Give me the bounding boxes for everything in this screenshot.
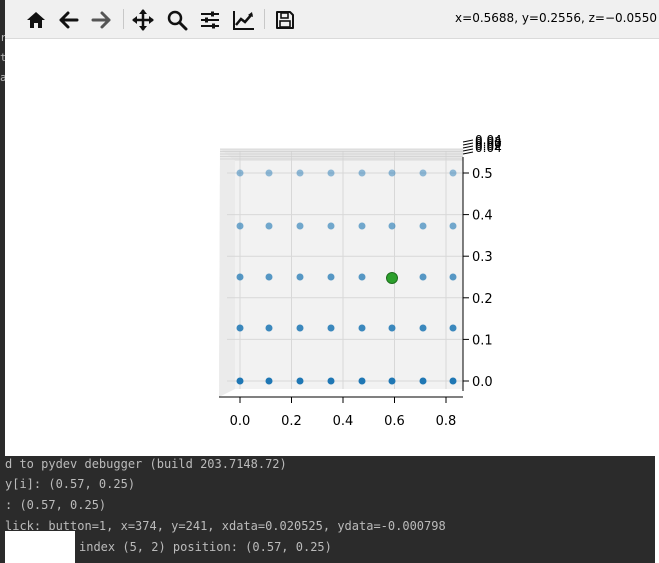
scatter-point [265,222,273,230]
scatter-point [449,169,457,177]
y-tick-label: 0.0 [472,375,493,390]
home-button[interactable] [22,6,50,34]
y-tick-label: 0.3 [472,250,493,265]
edit-axis-icon [233,11,254,30]
x-tick-label: 0.4 [333,414,354,429]
y-tick-label: 0.4 [472,209,493,224]
scatter-point [358,222,366,230]
scatter-point [449,222,457,230]
home-icon [27,12,45,28]
back-arrow-icon [59,11,79,29]
scatter-point [265,324,273,332]
scatter-point [236,169,244,177]
side-pane [219,149,235,397]
scatter-point [327,324,335,332]
forward-button[interactable] [87,6,115,34]
back-pane [219,149,463,397]
console-line: : (0.57, 0.25) [5,498,107,512]
edit-axis-button[interactable] [230,6,258,34]
zoom-button[interactable] [163,6,191,34]
z-tick-label: 0.04 [475,141,502,155]
3d-scatter-plot[interactable]: 0.0 0.2 0.4 0.6 0.80.00.10.20.30.40.50.040.0… [5,39,659,434]
scatter-point [449,377,457,385]
figure-canvas[interactable]: 0.0 0.2 0.4 0.6 0.8 0.0 0.1 0.2 0.3 0.4 0.5 0.04 0.0… [5,39,659,434]
scatter-point [358,377,366,385]
scatter-point [327,222,335,230]
scatter-point [236,324,244,332]
scatter-point [265,169,273,177]
scatter-point [419,169,427,177]
scatter-point [296,222,304,230]
z-tick-mark [462,151,474,155]
scatter-point [236,377,244,385]
scatter-point [358,324,366,332]
scatter-point [449,324,457,332]
save-button[interactable] [271,6,299,34]
x-tick-label: 0.0 [230,414,251,429]
configure-subplots-button[interactable] [196,6,224,34]
window-gap [5,531,75,563]
scatter-point [419,324,427,332]
scatter-point [236,222,244,230]
x-tick-label: 0.2 [281,414,302,429]
y-tick-label: 0.2 [472,292,493,307]
scatter-point [449,273,457,281]
y-tick-label: 0.1 [472,333,493,348]
scatter-point [296,169,304,177]
console-line: index (5, 2) position: (0.57, 0.25) [79,540,332,554]
scatter-point [388,222,396,230]
console-line: d to pydev debugger (build 203.7148.72) [5,457,287,471]
save-icon [276,11,294,29]
highlighted-point [386,272,398,284]
z-tick-mark [462,142,474,146]
scatter-point [296,377,304,385]
scatter-point [327,169,335,177]
scatter-point [358,169,366,177]
scatter-point [388,377,396,385]
back-button[interactable] [55,6,83,34]
y-tick-label: 0.5 [472,167,493,182]
debug-console[interactable]: d to pydev debugger (build 203.7148.72) … [5,456,655,563]
zoom-icon [167,10,188,31]
scatter-point [327,377,335,385]
forward-arrow-icon [91,11,111,29]
pan-button[interactable] [129,6,157,34]
z-tick-mark [462,145,474,149]
pan-icon [132,9,154,31]
x-tick-label: 0.6 [384,414,405,429]
scatter-point [358,273,366,281]
cursor-coordinates-readout: x=0.5688, y=0.2556, z=−0.0550 [455,11,657,25]
console-line: y[i]: (0.57, 0.25) [5,477,136,491]
scatter-point [419,273,427,281]
z-tick-mark [462,139,474,143]
matplotlib-toolbar: x=0.5688, y=0.2556, z=−0.0550 [5,0,659,39]
toolbar-separator [123,9,124,29]
toolbar-separator [264,9,265,29]
scatter-point [265,377,273,385]
configure-subplots-icon [201,11,219,29]
scatter-point [296,324,304,332]
scatter-point [327,273,335,281]
scatter-point [265,273,273,281]
x-tick-label: 0.8 [436,414,457,429]
scatter-point [388,324,396,332]
scatter-point [419,377,427,385]
z-tick-mark [462,148,474,152]
scatter-point [388,169,396,177]
scatter-point [236,273,244,281]
scatter-point [296,273,304,281]
scatter-point [419,222,427,230]
